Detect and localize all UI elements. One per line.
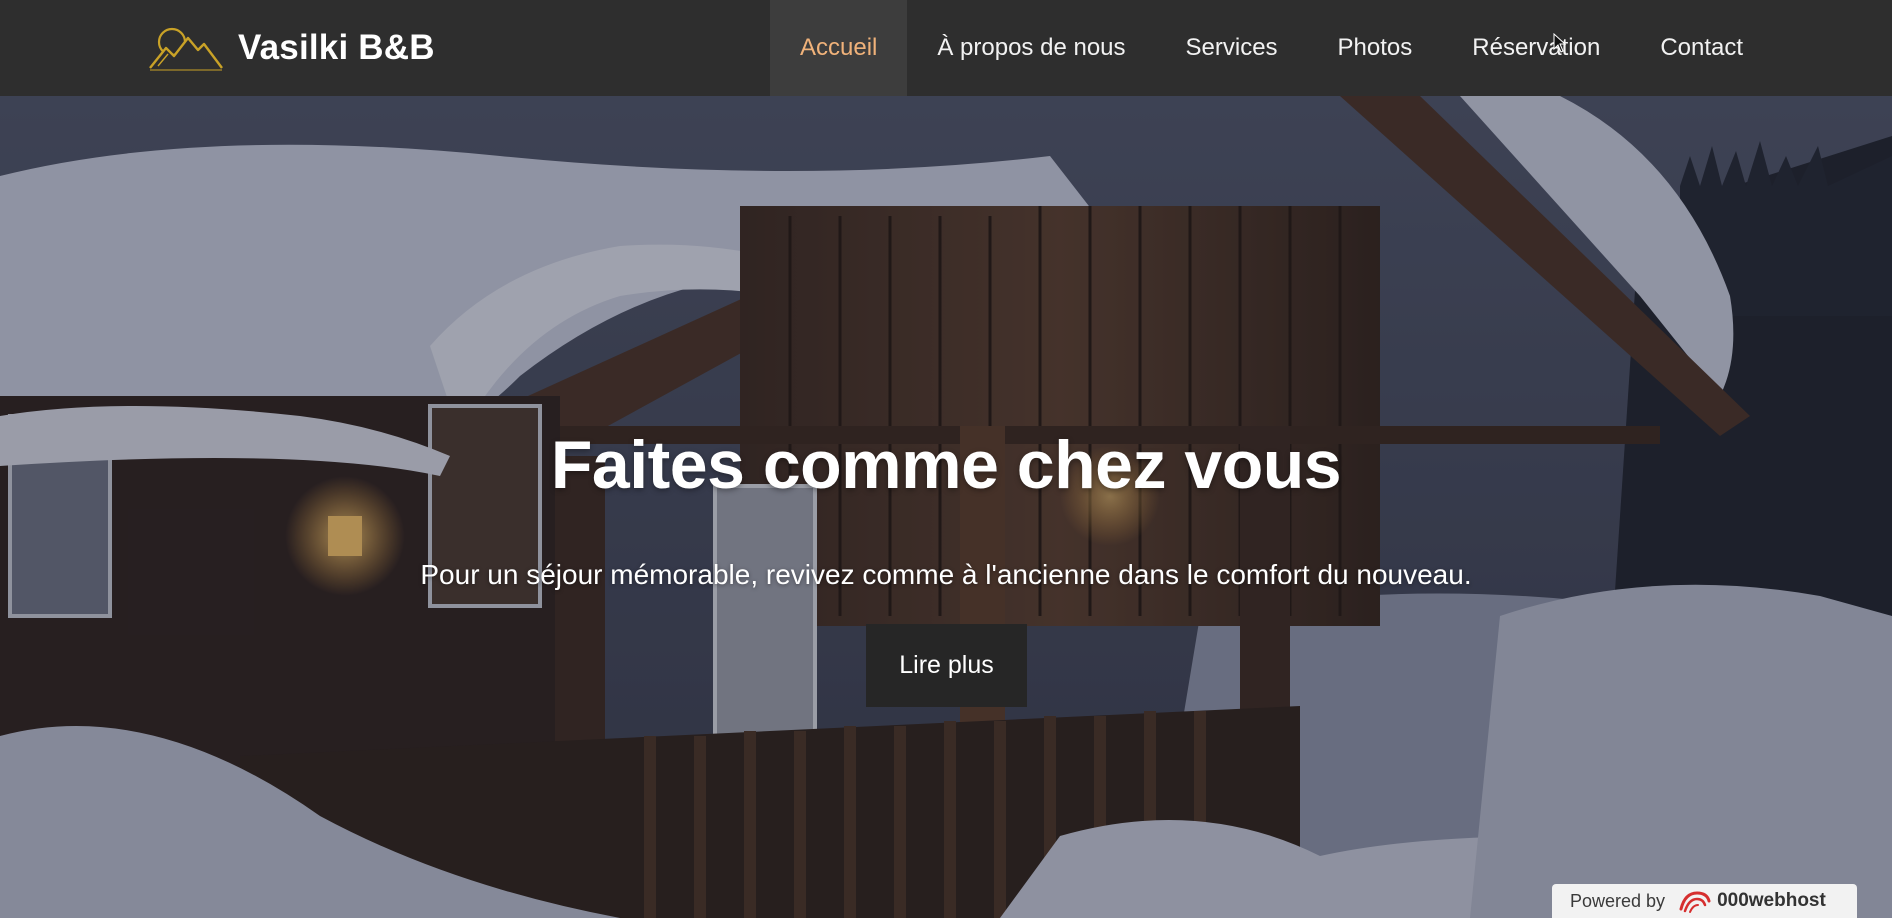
nav-item-photos[interactable]: Photos (1308, 0, 1443, 96)
navbar: Vasilki B&B Accueil À propos de nous Ser… (0, 0, 1892, 96)
host-badge[interactable]: Powered by 000webhost (1552, 884, 1857, 918)
nav-item-services[interactable]: Services (1156, 0, 1308, 96)
host-badge-prefix: Powered by (1570, 890, 1666, 911)
sun-mountains-logo-icon (149, 27, 223, 71)
read-more-button[interactable]: Lire plus (866, 624, 1027, 707)
nav-item-accueil[interactable]: Accueil (770, 0, 908, 96)
hero-overlay (0, 96, 1892, 918)
hero-subtitle: Pour un séjour mémorable, revivez comme … (420, 559, 1472, 590)
nav-item-reservation[interactable]: Réservation (1442, 0, 1630, 96)
main-nav: Accueil À propos de nous Services Photos… (770, 0, 1773, 96)
nav-item-a-propos[interactable]: À propos de nous (907, 0, 1155, 96)
hero-title: Faites comme chez vous (550, 427, 1342, 503)
mouse-cursor-icon (1553, 33, 1567, 53)
hero-section: Faites comme chez vous Pour un séjour mé… (0, 96, 1892, 918)
000webhost-swirl-icon (1679, 891, 1711, 913)
brand[interactable]: Vasilki B&B (148, 18, 435, 78)
host-badge-name: 000webhost (1717, 890, 1826, 911)
nav-item-contact[interactable]: Contact (1630, 0, 1773, 96)
brand-name: Vasilki B&B (238, 28, 435, 67)
